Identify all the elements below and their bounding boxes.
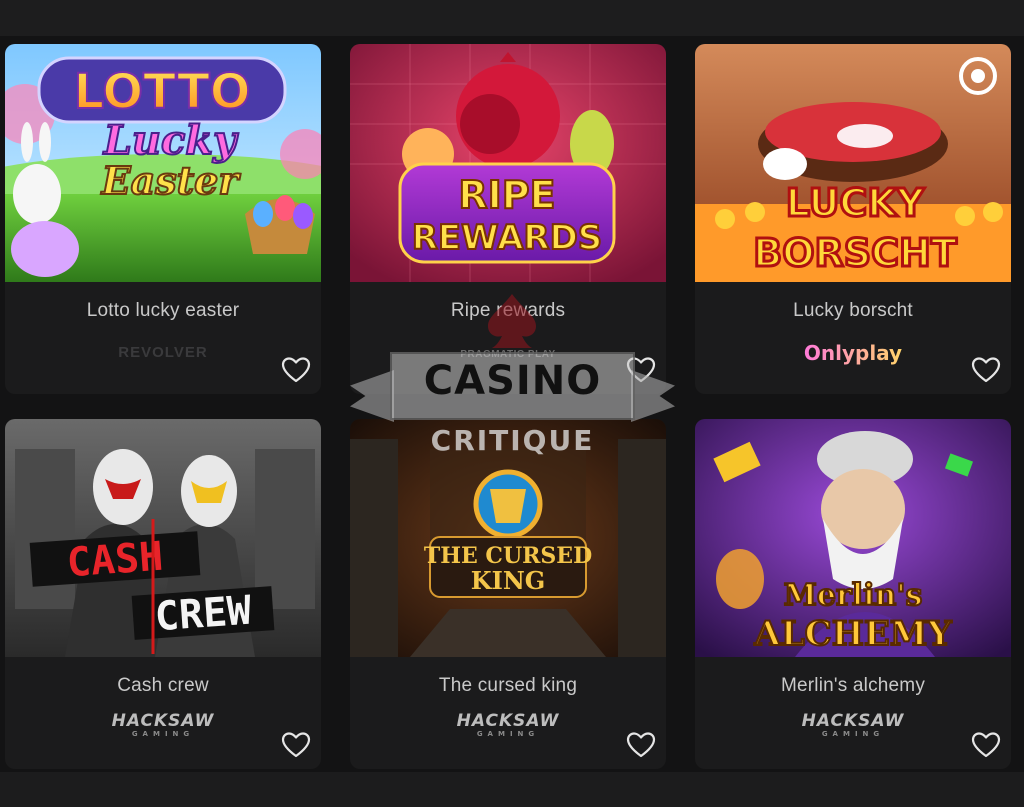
favorite-heart-icon[interactable]: [281, 356, 311, 384]
merlins-alchemy-art: Merlin's ALCHEMY: [695, 419, 1011, 657]
game-thumbnail[interactable]: RIPE REWARDS: [350, 44, 666, 282]
game-title: Cash crew: [117, 675, 209, 696]
provider-name: HACKSAW: [456, 711, 560, 731]
provider-subtitle: GAMING: [131, 730, 195, 738]
game-title: Lotto lucky easter: [86, 300, 240, 321]
favorite-heart-icon[interactable]: [281, 731, 311, 759]
svg-text:RIPE: RIPE: [458, 173, 555, 217]
radio-dot-icon[interactable]: [958, 56, 998, 96]
svg-text:Merlin's: Merlin's: [784, 578, 923, 613]
game-thumbnail[interactable]: CASH CREW: [5, 419, 321, 657]
provider-subtitle: GAMING: [821, 730, 885, 738]
favorite-heart-icon[interactable]: [626, 356, 656, 384]
lotto-lucky-easter-art: LOTTO Lucky Easter: [5, 44, 321, 282]
svg-text:CASH: CASH: [65, 534, 164, 587]
games-grid: LOTTO Lucky Easter Lotto lucky easter RE…: [0, 36, 1024, 772]
svg-text:LUCKY: LUCKY: [786, 181, 925, 225]
provider-name: Onlyplay: [803, 341, 903, 365]
svg-text:ALCHEMY: ALCHEMY: [753, 614, 952, 654]
game-card-merlins-alchemy[interactable]: Merlin's ALCHEMY Merlin's alchemy HACKSA…: [695, 419, 1011, 769]
the-cursed-king-art: THE CURSED KING: [350, 419, 666, 657]
provider-logo: HACKSAW GAMING: [350, 713, 666, 743]
game-thumbnail[interactable]: LUCKY BORSCHT: [695, 44, 1011, 282]
provider-name: PRAGMATIC PLAY: [460, 349, 556, 360]
game-thumbnail[interactable]: LOTTO Lucky Easter: [5, 44, 321, 282]
game-title: The cursed king: [438, 675, 578, 696]
favorite-heart-icon[interactable]: [971, 356, 1001, 384]
provider-name: HACKSAW: [111, 711, 215, 731]
game-title: Ripe rewards: [450, 300, 566, 321]
cash-crew-art: CASH CREW: [5, 419, 321, 657]
game-card-ripe-rewards[interactable]: RIPE REWARDS Ripe rewards PRAGMATIC PLAY: [350, 44, 666, 394]
game-card-the-cursed-king[interactable]: THE CURSED KING The cursed king HACKSAW G…: [350, 419, 666, 769]
svg-text:Easter: Easter: [101, 158, 242, 203]
game-card-lotto-lucky-easter[interactable]: LOTTO Lucky Easter Lotto lucky easter RE…: [5, 44, 321, 394]
svg-text:CREW: CREW: [153, 588, 253, 641]
provider-logo: Onlyplay: [695, 338, 1011, 368]
svg-text:LOTTO: LOTTO: [73, 64, 250, 120]
provider-name: REVOLVER: [118, 344, 208, 361]
provider-name: HACKSAW: [801, 711, 905, 731]
ripe-rewards-art: RIPE REWARDS: [350, 44, 666, 282]
game-title: Merlin's alchemy: [780, 675, 926, 696]
svg-text:BORSCHT: BORSCHT: [753, 231, 957, 275]
game-thumbnail[interactable]: THE CURSED KING: [350, 419, 666, 657]
provider-logo: REVOLVER: [5, 338, 321, 368]
favorite-heart-icon[interactable]: [971, 731, 1001, 759]
game-title: Lucky borscht: [793, 300, 913, 321]
favorite-heart-icon[interactable]: [626, 731, 656, 759]
provider-subtitle: GAMING: [476, 730, 540, 738]
svg-text:KING: KING: [471, 566, 546, 595]
game-thumbnail[interactable]: Merlin's ALCHEMY: [695, 419, 1011, 657]
svg-text:Lucky: Lucky: [103, 117, 239, 164]
top-bar: [0, 0, 1024, 36]
game-card-lucky-borscht[interactable]: LUCKY BORSCHT Lucky borscht Onlyplay: [695, 44, 1011, 394]
bottom-bar: [0, 772, 1024, 807]
provider-logo: HACKSAW GAMING: [695, 713, 1011, 743]
game-card-cash-crew[interactable]: CASH CREW Cash crew HACKSAW GAMING: [5, 419, 321, 769]
svg-text:REWARDS: REWARDS: [412, 218, 603, 258]
provider-logo: PRAGMATIC PLAY: [350, 338, 666, 368]
provider-logo: HACKSAW GAMING: [5, 713, 321, 743]
